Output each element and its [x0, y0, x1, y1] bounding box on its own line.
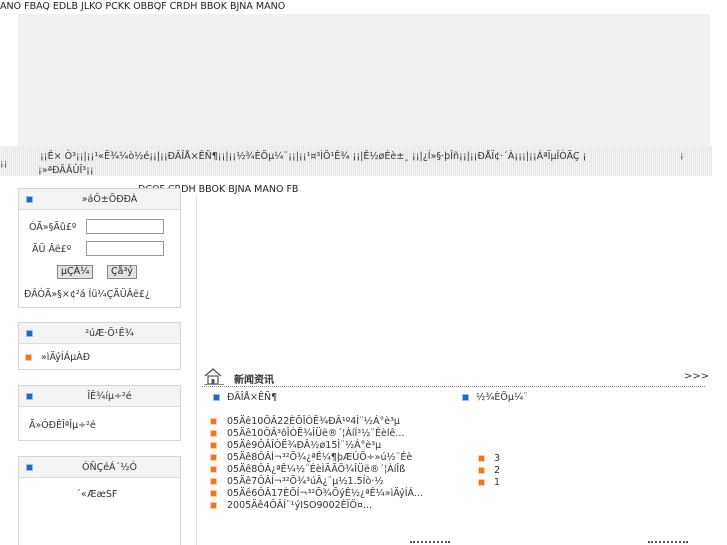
bullet-icon	[210, 418, 217, 425]
bullet-icon	[478, 479, 485, 486]
friend-link[interactable]: ´«ÆæSF	[76, 489, 117, 500]
bullet-icon	[210, 430, 217, 437]
performance-list: 3 2 1	[478, 453, 500, 489]
bullet-icon	[26, 464, 33, 471]
performance-subtitle: ½¾ÈÕµ¼¨	[476, 392, 528, 403]
login-panel: »áÔ±ÕÐÐÀ ÓÃ»§Ãû£º ÃÜ Âë£º µÇÂ¼ Çå³ý ÐÂÓÃ…	[18, 188, 181, 308]
bullet-icon	[26, 393, 33, 400]
list-item[interactable]: 2	[478, 465, 500, 477]
list-item[interactable]: 05Äê10ÔÂ22ÈÕÎÒË¾ÐÂ¹º4Ì¨½Á°è³µ	[210, 416, 423, 428]
list-item[interactable]: 05Äê10ÔÂ³õÎÒË¾ÎÜë®´¦ÀíÍ³½¨Éèlê...	[210, 428, 423, 440]
list-item[interactable]: 05Äê7ÔÂÍ¬³²Õ¾³úÂ¿¨µ½1.5Íò·½	[210, 476, 423, 488]
product-panel: ²úÆ·Õ¹Ê¾ »ìÄýÍÁµÀÐ	[18, 322, 181, 370]
login-button[interactable]: µÇÂ¼	[57, 265, 94, 279]
nav-side-left: ¡¡	[0, 159, 8, 169]
username-input[interactable]	[86, 219, 164, 234]
bullet-icon	[478, 467, 485, 474]
bullet-icon	[213, 394, 220, 401]
banner	[18, 14, 710, 146]
list-item[interactable]: 2005Äê4ÔÂÍ¨¹ýISO9002ÈÏÖ¤...	[210, 500, 423, 512]
news-more-link[interactable]: >>>	[684, 371, 709, 382]
list-item[interactable]: 05Äê6ÔÂ17ÈÕÍ¬³²Õ¾ÕýÊ½¿ªÊ¼»ìÄýÍÁ...	[210, 488, 423, 500]
login-panel-header: »áÔ±ÕÐÐÀ	[19, 189, 180, 210]
news-list: 05Äê10ÔÂ22ÈÕÎÒË¾ÐÂ¹º4Ì¨½Á°è³µ 05Äê10ÔÂ³õ…	[210, 416, 423, 512]
nav-side-right: ¡	[680, 151, 684, 161]
survey-message: Ã»ÓÐÊÎªÎµ÷²é	[29, 420, 96, 431]
house-icon	[204, 368, 224, 385]
divider	[410, 541, 450, 543]
news-header	[202, 366, 705, 387]
bullet-icon	[210, 466, 217, 473]
list-item[interactable]: 05Äê8ÔÂÍ¬³²Õ¾¿ªÊ¼¶þÆÚÖ÷»ú½¨Éè	[210, 452, 423, 464]
column-divider	[196, 196, 197, 545]
bullet-icon	[210, 502, 217, 509]
divider	[648, 541, 688, 543]
product-panel-header: ²úÆ·Õ¹Ê¾	[19, 323, 180, 344]
news-subtitle: ÐÂÎÅ×ÊÑ¶	[227, 392, 278, 403]
register-links[interactable]: ÐÂÓÃ»§×¢²á Íü¼ÇÃÜÂë£¿	[24, 289, 150, 300]
username-label: ÓÃ»§Ãû£º	[29, 222, 77, 233]
bullet-icon	[210, 490, 217, 497]
nav-links-overflow[interactable]: ¡»ªÐÂÂÛÎ³¡¡	[38, 165, 94, 176]
list-item[interactable]: 05Äê9ÔÂÎÒË¾ÐÂ½ø15Ì¨½Á°è³µ	[210, 440, 423, 452]
bullet-icon	[26, 196, 33, 203]
reset-button[interactable]: Çå³ý	[107, 265, 137, 279]
survey-panel-title: ÎÊ¾íµ÷²é	[87, 391, 132, 402]
password-label: ÃÜ Âë£º	[32, 244, 72, 255]
news-title: 新闻资讯	[234, 375, 274, 386]
links-panel: ÓÑÇéÁ´½Ó ´«ÆæSF	[18, 456, 181, 545]
bullet-icon	[26, 330, 33, 337]
bullet-icon	[210, 442, 217, 449]
nav-links[interactable]: ¡¡Ê× Ò³¡¡|¡¡¹«Ë¾¼ò½é¡¡|¡¡ÐÂÎÅ×ÊÑ¶¡¡|¡¡½¾…	[40, 151, 586, 162]
header-top-text: ANO FBAQ EDLB JLKO PCKK OBBQF CRDH BBOK …	[0, 1, 286, 12]
login-panel-title: »áÔ±ÕÐÐÀ	[81, 194, 138, 205]
bullet-icon	[210, 478, 217, 485]
bullet-icon	[210, 454, 217, 461]
bullet-icon	[478, 455, 485, 462]
list-item[interactable]: 1	[478, 477, 500, 489]
bullet-icon	[25, 354, 32, 361]
product-link[interactable]: »ìÄýÍÁµÀÐ	[41, 352, 90, 363]
list-item[interactable]: 05Äê8ÔÂ¿ªÊ¼½¨ÉèÌÃÃÕ¾ÎÜë®´¦ÀíÎß	[210, 464, 423, 476]
survey-panel-header: ÎÊ¾íµ÷²é	[19, 386, 180, 407]
survey-panel: ÎÊ¾íµ÷²é Ã»ÓÐÊÎªÎµ÷²é	[18, 385, 181, 441]
password-input[interactable]	[86, 241, 164, 256]
links-panel-header: ÓÑÇéÁ´½Ó	[19, 457, 180, 478]
bullet-icon	[462, 394, 469, 401]
list-item[interactable]: 3	[478, 453, 500, 465]
product-panel-title: ²úÆ·Õ¹Ê¾	[85, 328, 134, 339]
links-panel-title: ÓÑÇéÁ´½Ó	[82, 462, 137, 473]
